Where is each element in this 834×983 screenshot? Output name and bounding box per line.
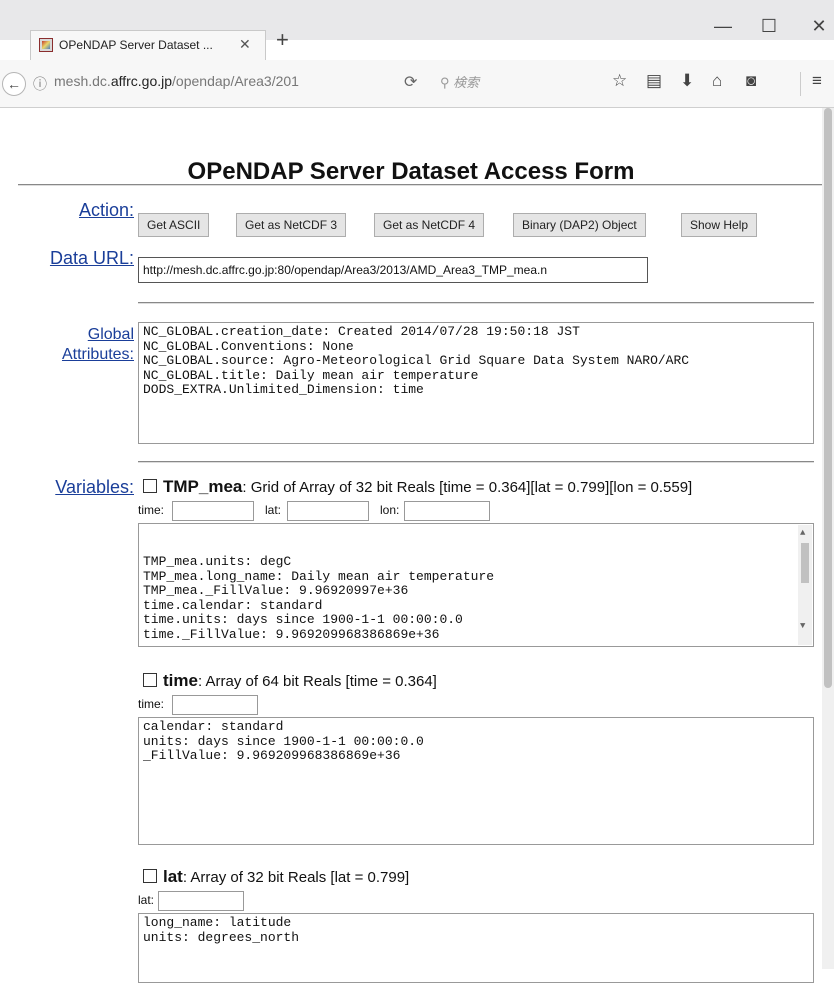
- lat-checkbox[interactable]: [143, 869, 157, 883]
- reload-icon[interactable]: ⟳: [404, 72, 417, 92]
- action-label[interactable]: Action:: [79, 200, 134, 221]
- attributes-divider: [138, 461, 814, 463]
- data-url-label[interactable]: Data URL:: [50, 248, 134, 269]
- variable-lat-header: lat: Array of 32 bit Reals [lat = 0.799]: [143, 867, 409, 887]
- tmp-mea-checkbox[interactable]: [143, 479, 157, 493]
- tmp-mea-time-label: time:: [138, 503, 165, 517]
- tmp-mea-desc: : Grid of Array of 32 bit Reals [time = …: [242, 479, 693, 496]
- reading-list-icon[interactable]: ▤: [646, 71, 662, 91]
- tmp-mea-name: TMP_mea: [163, 477, 243, 496]
- url-path: /opendap/Area3/201: [172, 73, 299, 89]
- url-divider: [138, 302, 814, 304]
- tab-title: OPeNDAP Server Dataset ...: [59, 38, 213, 52]
- tmp-mea-lat-input[interactable]: [287, 501, 369, 521]
- show-help-button[interactable]: Show Help: [681, 213, 758, 237]
- lat-attributes-textarea[interactable]: long_name: latitude units: degrees_north: [138, 913, 814, 983]
- variable-tmp-mea-header: TMP_mea: Grid of Array of 32 bit Reals […: [143, 477, 692, 497]
- variables-label[interactable]: Variables:: [55, 477, 134, 498]
- tmp-mea-textarea-scrollbar[interactable]: ▲ ▼: [798, 525, 812, 645]
- search-input[interactable]: ⚲ 検索: [440, 72, 479, 91]
- search-placeholder: 検索: [453, 75, 480, 90]
- variable-time-header: time: Array of 64 bit Reals [time = 0.36…: [143, 671, 437, 691]
- menu-icon[interactable]: ≡: [812, 71, 822, 91]
- close-window-button[interactable]: ✕: [804, 16, 834, 37]
- tmp-mea-lon-label: lon:: [380, 503, 400, 517]
- browser-tab[interactable]: OPeNDAP Server Dataset ... ✕: [30, 30, 266, 60]
- tmp-mea-time-input[interactable]: [172, 501, 254, 521]
- global-label-wrap: Global Attributes:: [0, 325, 134, 365]
- toolbar-divider: [800, 72, 801, 96]
- time-checkbox[interactable]: [143, 673, 157, 687]
- scroll-down-icon[interactable]: ▼: [800, 619, 805, 634]
- time-name: time: [163, 671, 198, 690]
- url-prefix: mesh.dc.: [54, 73, 111, 89]
- favicon-icon: [39, 38, 53, 52]
- lat-desc: : Array of 32 bit Reals [lat = 0.799]: [182, 869, 410, 886]
- data-url-field[interactable]: http://mesh.dc.affrc.go.jp:80/opendap/Ar…: [138, 257, 648, 283]
- scroll-up-icon[interactable]: ▲: [800, 526, 805, 541]
- global-label-line2[interactable]: Attributes:: [62, 345, 134, 365]
- download-icon[interactable]: ⬇: [680, 71, 694, 91]
- tmp-mea-attributes-text: TMP_mea.units: degC TMP_mea.long_name: D…: [143, 554, 495, 642]
- home-icon[interactable]: ⌂: [712, 71, 722, 91]
- lat-lat-input[interactable]: [158, 891, 244, 911]
- tab-close-icon[interactable]: ✕: [239, 36, 251, 53]
- time-attributes-textarea[interactable]: calendar: standard units: days since 190…: [138, 717, 814, 845]
- tmp-mea-attributes-textarea[interactable]: TMP_mea.units: degC TMP_mea.long_name: D…: [138, 523, 814, 647]
- get-netcdf3-button[interactable]: Get as NetCDF 3: [236, 213, 347, 237]
- tmp-mea-lon-input[interactable]: [404, 501, 490, 521]
- attributes-label-text: Attributes:: [61, 346, 134, 363]
- new-tab-button[interactable]: +: [276, 27, 289, 53]
- global-label-line1[interactable]: Global: [88, 325, 134, 345]
- get-ascii-button[interactable]: Get ASCII: [138, 213, 210, 237]
- lat-name: lat: [163, 867, 183, 886]
- time-desc: : Array of 64 bit Reals [time = 0.364]: [197, 673, 437, 690]
- title-divider: [18, 184, 822, 186]
- navigation-bar: ← ⓘ mesh.dc.affrc.go.jp/opendap/Area3/20…: [0, 60, 834, 108]
- time-time-label: time:: [138, 697, 165, 711]
- minimize-button[interactable]: —: [708, 16, 738, 37]
- star-icon[interactable]: ☆: [612, 71, 627, 91]
- pocket-icon[interactable]: ◙: [746, 71, 756, 91]
- info-icon[interactable]: ⓘ: [33, 74, 47, 94]
- tmp-mea-textarea-scroll-thumb[interactable]: [801, 543, 809, 583]
- get-netcdf4-button[interactable]: Get as NetCDF 4: [374, 213, 485, 237]
- maximize-button[interactable]: ☐: [754, 16, 784, 37]
- url-domain: affrc.go.jp: [110, 73, 173, 89]
- lat-lat-label: lat:: [138, 893, 155, 907]
- global-attributes-textarea[interactable]: NC_GLOBAL.creation_date: Created 2014/07…: [138, 322, 814, 444]
- back-arrow-icon[interactable]: ←: [2, 72, 26, 96]
- search-icon: ⚲: [440, 75, 454, 90]
- tmp-mea-lat-label: lat:: [265, 503, 282, 517]
- global-label-text: Global: [87, 326, 134, 343]
- address-bar[interactable]: mesh.dc.affrc.go.jp/opendap/Area3/201: [54, 73, 299, 89]
- binary-dap2-button[interactable]: Binary (DAP2) Object: [513, 213, 646, 237]
- page-title: OPeNDAP Server Dataset Access Form: [187, 158, 635, 185]
- time-time-input[interactable]: [172, 695, 258, 715]
- page-scrollbar-thumb[interactable]: [824, 108, 832, 688]
